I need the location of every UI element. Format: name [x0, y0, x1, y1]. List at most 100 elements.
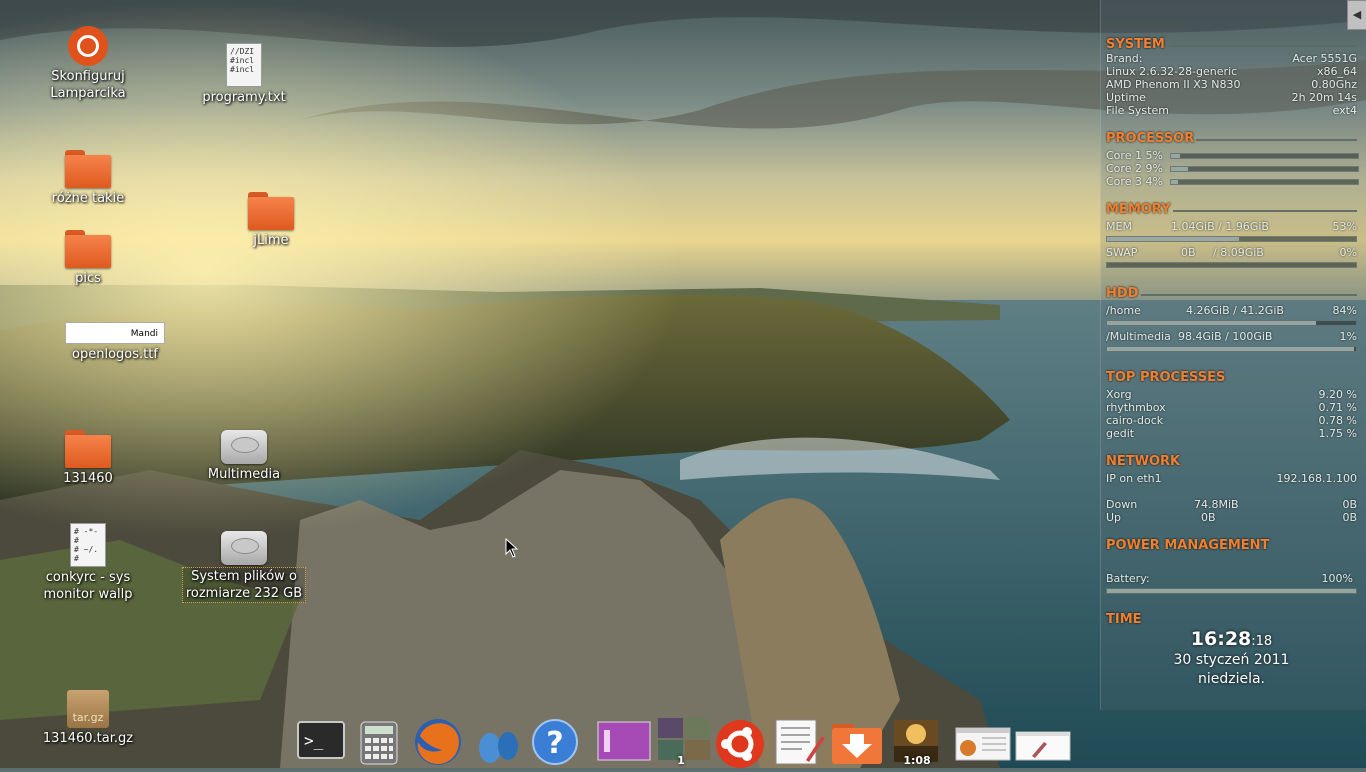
dock-ubuntu-menu[interactable]	[714, 716, 764, 768]
desktop-icon-programy-txt[interactable]: //DZI #incl #incl programy.txt	[189, 43, 299, 106]
desktop-icon-label: 131460.tar.gz	[42, 731, 134, 746]
section-title-memory: MEMORY	[1106, 202, 1171, 217]
desktop-icon-label: Skonfiguruj Lamparcika	[50, 69, 126, 101]
ubuntu-logo-icon	[716, 720, 764, 768]
system-row-filesystem: File System ext4	[1106, 104, 1357, 117]
clock-seconds: :18	[1251, 634, 1273, 649]
system-row-uptime: Uptime 2h 20m 14s	[1106, 91, 1357, 104]
dock-workspaces[interactable]: 1	[656, 716, 710, 767]
downloads-folder-icon	[832, 724, 882, 764]
desktop-icon-lamparcik[interactable]: Skonfiguruj Lamparcika	[33, 26, 143, 102]
conky-system-monitor: ◀ SYSTEM Brand: Acer 5551G Linux 2.6.32-2…	[1100, 0, 1366, 710]
font-file-icon: Mandi	[65, 322, 165, 344]
folder-icon	[65, 150, 111, 188]
section-divider	[1196, 139, 1357, 141]
dock-terminal[interactable]: >_	[296, 716, 346, 766]
folder-icon	[248, 192, 294, 230]
section-divider	[1173, 210, 1357, 212]
desktop-icon-label: Multimedia	[207, 467, 281, 482]
file-preview-line: #incl	[230, 56, 255, 65]
desktop-icon-label: 131460	[63, 471, 113, 486]
terminal-icon: >_	[297, 721, 345, 759]
desktop-icon-label: jLime	[253, 233, 289, 248]
desktop-icon-openlogos-ttf[interactable]: Mandi openlogos.ttf	[60, 322, 170, 363]
core-usage-bar	[1170, 166, 1359, 172]
file-preview-line: #	[74, 554, 79, 563]
desktop-icon-tar-gz[interactable]: tar.gz 131460.tar.gz	[33, 690, 143, 747]
clock-hours-minutes: 16:28	[1190, 628, 1252, 650]
memory-row-swap: SWAP 0B / 8.09GiB 0%	[1106, 246, 1357, 259]
ubuntu-logo-icon	[68, 26, 108, 66]
hdd-row-multimedia: /Multimedia 98.4GiB / 100GiB 1%	[1106, 330, 1357, 343]
messenger-icon	[479, 732, 518, 763]
dock-desktop-preview[interactable]	[596, 716, 651, 766]
section-divider	[1141, 294, 1357, 296]
clock-time: 16:28:18	[1106, 628, 1357, 650]
dock-messenger[interactable]	[472, 716, 522, 766]
dock-window-thumbnail-1[interactable]	[954, 716, 1012, 766]
text-file-icon: # -*- # # ~/. #	[70, 523, 106, 567]
desktop-icon-131460[interactable]: 131460	[33, 430, 143, 487]
text-editor-icon	[775, 719, 825, 765]
multimedia-usage-bar	[1106, 346, 1357, 352]
desktop-icon-system-plikow[interactable]: System plików o rozmiarze 232 GB	[181, 531, 307, 603]
mouse-cursor-icon	[505, 538, 519, 558]
window-thumbnail-icon	[955, 727, 1011, 761]
calculator-icon	[360, 721, 398, 765]
dock-text-editor[interactable]	[772, 716, 825, 766]
drive-icon	[221, 531, 267, 565]
power-row-battery: Battery: 100%	[1106, 572, 1353, 585]
dock-firefox[interactable]	[412, 716, 462, 766]
home-usage-bar	[1106, 320, 1357, 326]
dock-downloads[interactable]	[830, 716, 882, 766]
clock-weekday: niedziela.	[1197, 671, 1266, 687]
panel-collapse-button[interactable]: ◀	[1347, 0, 1366, 30]
file-preview-line: #incl	[230, 65, 255, 74]
core-usage-bar	[1170, 153, 1359, 159]
dock-help[interactable]: ?	[530, 716, 580, 766]
desktop-icon-label: System plików o rozmiarze 232 GB	[182, 567, 306, 603]
playback-time: 1:08	[903, 754, 931, 767]
section-title-top-processes: TOP PROCESSES	[1106, 370, 1226, 385]
cairo-dock: >_ ? 1 1:08	[292, 712, 1078, 768]
window-preview-icon	[597, 721, 651, 761]
file-preview-line: //DZI	[230, 47, 255, 56]
clock-date: 30 styczeń 2011	[1173, 652, 1290, 668]
desktop-icon-label: openlogos.ttf	[72, 347, 158, 362]
desktop-icon-multimedia[interactable]: Multimedia	[189, 430, 299, 483]
memory-usage-bar	[1106, 236, 1357, 242]
system-row-brand: Brand: Acer 5551G	[1106, 52, 1357, 65]
folder-icon	[65, 230, 111, 268]
workspace-number: 1	[677, 754, 685, 767]
section-title-network: NETWORK	[1106, 454, 1181, 469]
desktop-icon-pics[interactable]: pics	[33, 230, 143, 287]
file-preview-line: # ~/.	[74, 545, 99, 554]
archive-preview-text: tar.gz	[72, 711, 104, 724]
file-preview-line: # -*-	[74, 527, 99, 536]
network-row-down: Down 74.8MiB 0B	[1106, 498, 1357, 511]
memory-row-mem: MEM 1.04GiB / 1.96GiB 53%	[1106, 220, 1357, 233]
dock-calculator[interactable]	[356, 716, 406, 766]
dock-window-thumbnail-2[interactable]	[1014, 716, 1072, 766]
help-glyph: ?	[546, 726, 563, 761]
archive-icon: tar.gz	[67, 690, 109, 728]
system-row-cpu: AMD Phenom II X3 N830 0.80Ghz	[1106, 78, 1357, 91]
window-thumbnail-icon	[1015, 731, 1071, 761]
text-file-icon: //DZI #incl #incl	[226, 43, 262, 87]
section-title-processor: PROCESSOR	[1106, 131, 1195, 146]
desktop-icon-label: różne takie	[51, 191, 125, 206]
desktop-icon-rozne-takie[interactable]: różne takie	[33, 150, 143, 207]
process-row: gedit 1.75 %	[1106, 427, 1357, 440]
dock-music-player[interactable]: 1:08	[892, 716, 942, 767]
desktop-icon-jlime[interactable]: jLime	[216, 192, 326, 249]
system-row-kernel: Linux 2.6.32-28-generic x86_64	[1106, 65, 1357, 78]
desktop-icon-conkyrc[interactable]: # -*- # # ~/. # conkyrc - sys monitor wa…	[33, 523, 143, 603]
section-title-time: TIME	[1106, 612, 1142, 627]
help-icon: ?	[532, 719, 578, 765]
desktop-icon-label: pics	[75, 271, 101, 286]
section-title-power: POWER MANAGEMENT	[1106, 538, 1270, 553]
core-usage-bar	[1170, 179, 1359, 185]
swap-usage-bar	[1106, 262, 1357, 268]
file-preview-line: #	[74, 536, 79, 545]
drive-icon	[221, 430, 267, 464]
